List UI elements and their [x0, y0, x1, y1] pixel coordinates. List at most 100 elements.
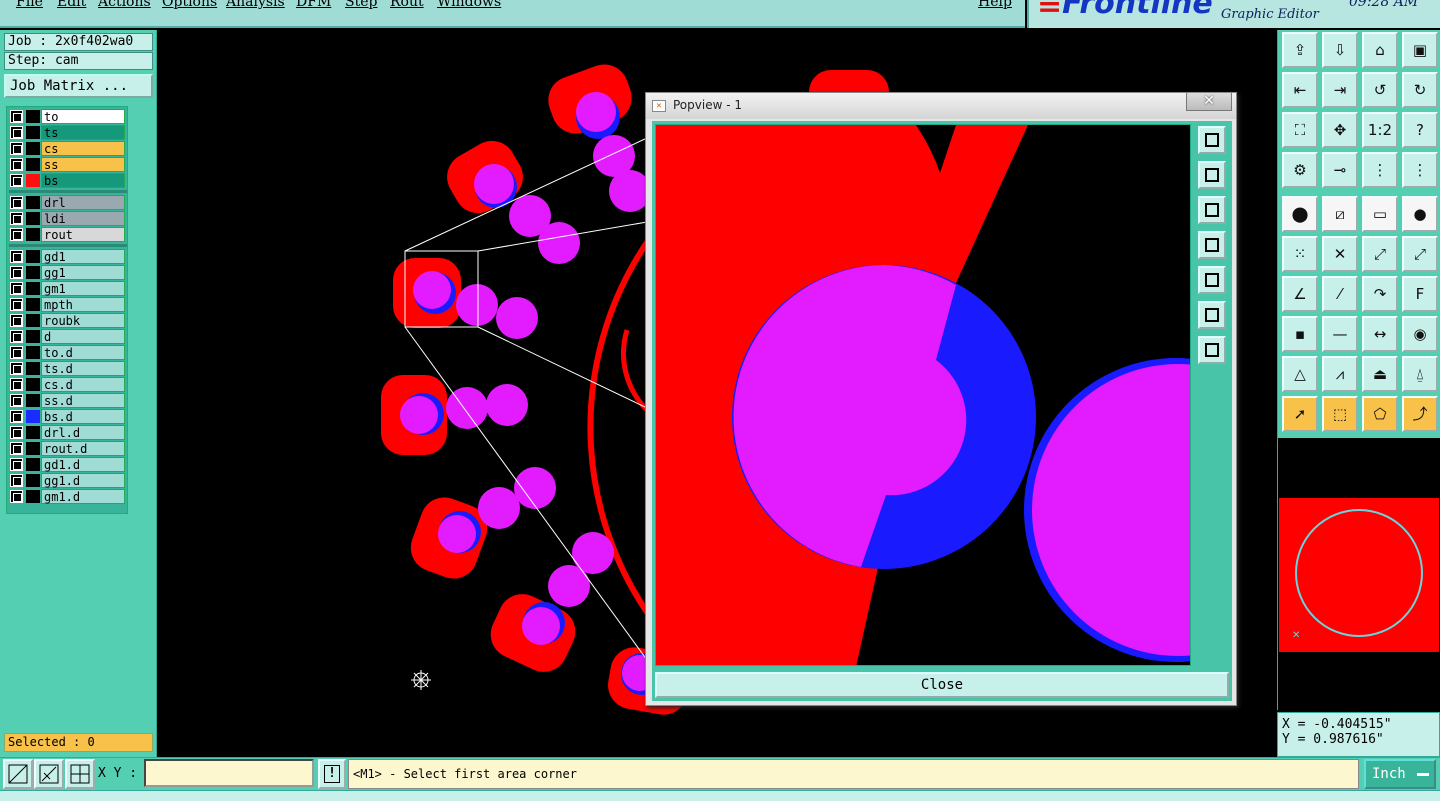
rotate-button[interactable]: ↷	[1362, 276, 1398, 312]
layer-checkbox[interactable]	[10, 228, 23, 241]
layer-row-drl[interactable]: drl	[9, 195, 127, 210]
layer-row-gg1-d[interactable]: gg1.d	[9, 473, 127, 488]
layer-row-mpth[interactable]: mpth	[9, 297, 127, 312]
line-button[interactable]: ⧄	[1322, 196, 1358, 232]
popview-zoom-fit-button[interactable]	[1198, 336, 1226, 364]
layer-color-swatch[interactable]	[26, 126, 40, 139]
layer-checkbox[interactable]	[10, 282, 23, 295]
settings-button[interactable]: ⚙	[1282, 152, 1318, 188]
layer-row-drl-d[interactable]: drl.d	[9, 425, 127, 440]
move-button[interactable]: ⤢	[1362, 236, 1398, 272]
popview-window[interactable]: ✕ Popview - 1 ✕ Close	[645, 92, 1237, 706]
layer-color-swatch[interactable]	[26, 228, 40, 241]
menu-rout[interactable]: Rout	[390, 0, 424, 10]
layer-checkbox[interactable]	[10, 174, 23, 187]
line-edit-button[interactable]: —	[1322, 316, 1358, 352]
layer-color-swatch[interactable]	[26, 250, 40, 263]
move-right-button[interactable]: ⇥	[1322, 72, 1358, 108]
layer-row-gg1[interactable]: gg1	[9, 265, 127, 280]
layer-color-swatch[interactable]	[26, 394, 40, 407]
layer-row-cs-d[interactable]: cs.d	[9, 377, 127, 392]
open-job-button[interactable]: ⇪	[1282, 32, 1318, 68]
copy-button[interactable]: ⤢	[1402, 236, 1438, 272]
layer-row-ts-d[interactable]: ts.d	[9, 361, 127, 376]
select-box-button[interactable]: ⬚	[1322, 396, 1358, 432]
layer-row-to[interactable]: to	[9, 109, 127, 124]
layer-checkbox[interactable]	[10, 330, 23, 343]
text-button[interactable]: F	[1402, 276, 1438, 312]
add-pad-button[interactable]: ⬤	[1282, 196, 1318, 232]
help-button[interactable]: ?	[1402, 112, 1438, 148]
layer-checkbox[interactable]	[10, 110, 23, 123]
layer-checkbox[interactable]	[10, 490, 23, 503]
home-button[interactable]: ⌂	[1362, 32, 1398, 68]
layer-color-swatch[interactable]	[26, 426, 40, 439]
layer-checkbox[interactable]	[10, 458, 23, 471]
measure-button[interactable]: ▭	[1362, 196, 1398, 232]
popview-pan-down-button[interactable]	[1198, 196, 1226, 224]
popview-pan-left-button[interactable]	[1198, 231, 1226, 259]
layer-checkbox[interactable]	[10, 158, 23, 171]
layer-color-swatch[interactable]	[26, 298, 40, 311]
net-button[interactable]: ⋮	[1362, 152, 1398, 188]
popview-zoom-in-button[interactable]	[1198, 126, 1226, 154]
select-poly-button[interactable]: ⬠	[1362, 396, 1398, 432]
menu-file[interactable]: File	[16, 0, 43, 10]
layer-color-swatch[interactable]	[26, 378, 40, 391]
layer-row-rout[interactable]: rout	[9, 227, 127, 242]
zoom-center-button[interactable]: ✥	[1322, 112, 1358, 148]
window-close-button[interactable]: ✕	[1186, 93, 1232, 111]
layer-color-swatch[interactable]	[26, 158, 40, 171]
popview-zoom-view[interactable]	[655, 124, 1191, 666]
layer-checkbox[interactable]	[10, 442, 23, 455]
popview-zoom-home-button[interactable]	[1198, 301, 1226, 329]
menu-analysis[interactable]: Analysis	[226, 0, 285, 10]
move-left-button[interactable]: ⇤	[1282, 72, 1318, 108]
popview-pan-up-button[interactable]	[1198, 161, 1226, 189]
layer-color-swatch[interactable]	[26, 282, 40, 295]
layer-row-gd1[interactable]: gd1	[9, 249, 127, 264]
angle-button[interactable]: ∠	[1282, 276, 1318, 312]
layer-color-swatch[interactable]	[26, 442, 40, 455]
job-matrix-button[interactable]: Job Matrix ...	[4, 74, 153, 98]
layer-checkbox[interactable]	[10, 126, 23, 139]
triangle-button[interactable]: △	[1282, 356, 1318, 392]
layer-color-swatch[interactable]	[26, 362, 40, 375]
layer-color-swatch[interactable]	[26, 458, 40, 471]
layer-checkbox[interactable]	[10, 142, 23, 155]
layer-checkbox[interactable]	[10, 474, 23, 487]
window-button[interactable]: ▣	[1402, 32, 1438, 68]
layer-color-swatch[interactable]	[26, 314, 40, 327]
layer-row-bs-d[interactable]: bs.d	[9, 409, 127, 424]
layer-checkbox[interactable]	[10, 196, 23, 209]
layer-row-cs[interactable]: cs	[9, 141, 127, 156]
layer-row-gd1-d[interactable]: gd1.d	[9, 457, 127, 472]
layer-color-swatch[interactable]	[26, 474, 40, 487]
layer-row-gm1[interactable]: gm1	[9, 281, 127, 296]
menu-edit[interactable]: Edit	[57, 0, 86, 10]
layer-row-ss-d[interactable]: ss.d	[9, 393, 127, 408]
measure-mode-button[interactable]	[34, 759, 64, 789]
layer-checkbox[interactable]	[10, 266, 23, 279]
save-button[interactable]: ⇩	[1322, 32, 1358, 68]
layer-color-swatch[interactable]	[26, 346, 40, 359]
layer-row-ss[interactable]: ss	[9, 157, 127, 172]
arc-button[interactable]: ⩘	[1322, 356, 1358, 392]
layer-color-swatch[interactable]	[26, 212, 40, 225]
select-net-button[interactable]: ⤴	[1402, 396, 1438, 432]
layer-checkbox[interactable]	[10, 426, 23, 439]
netlist-button[interactable]: ⋮	[1402, 152, 1438, 188]
layer-color-swatch[interactable]	[26, 410, 40, 423]
grid-mode-button[interactable]	[65, 759, 95, 789]
layer-color-swatch[interactable]	[26, 142, 40, 155]
layer-checkbox[interactable]	[10, 410, 23, 423]
layer-row-roubk[interactable]: roubk	[9, 313, 127, 328]
zoom-fit-button[interactable]: ⛶	[1282, 112, 1318, 148]
layer-row-to-d[interactable]: to.d	[9, 345, 127, 360]
menu-actions[interactable]: Actions	[98, 0, 151, 10]
snap-mode-button[interactable]	[3, 759, 33, 789]
resize-button[interactable]: ↔	[1362, 316, 1398, 352]
layer-color-swatch[interactable]	[26, 266, 40, 279]
units-select[interactable]: Inch	[1364, 759, 1436, 789]
layer-color-swatch[interactable]	[26, 110, 40, 123]
